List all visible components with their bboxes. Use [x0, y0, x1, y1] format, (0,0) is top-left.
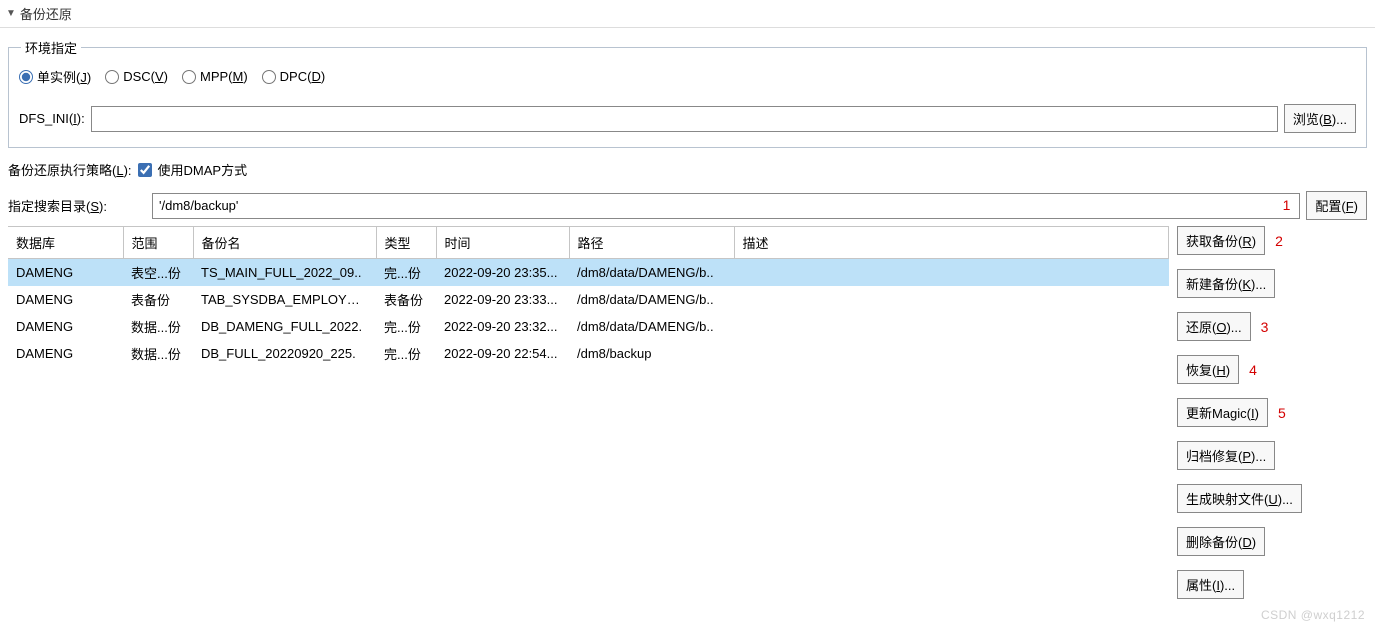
- cell-time: 2022-09-20 23:32...: [436, 313, 569, 340]
- cell-time: 2022-09-20 23:35...: [436, 259, 569, 287]
- get-backup-button[interactable]: 获取备份(R): [1177, 226, 1265, 255]
- th-path[interactable]: 路径: [569, 227, 734, 259]
- update-magic-button[interactable]: 更新Magic(I): [1177, 398, 1268, 427]
- cell-type: 完...份: [376, 313, 436, 340]
- th-desc[interactable]: 描述: [734, 227, 1169, 259]
- cell-path: /dm8/data/DAMENG/b..: [569, 286, 734, 313]
- panel-title: 备份还原: [20, 4, 72, 23]
- table-row[interactable]: DAMENG数据...份DB_DAMENG_FULL_2022.完...份202…: [8, 313, 1169, 340]
- radio-single-input[interactable]: [19, 70, 33, 84]
- env-radio-row: 单实例(J) DSC(V) MPP(M) DPC(D): [19, 67, 1356, 86]
- policy-label: 备份还原执行策略(L):: [8, 160, 132, 179]
- th-type[interactable]: 类型: [376, 227, 436, 259]
- dfs-ini-row: DFS_INI(I): 浏览(B)...: [19, 104, 1356, 133]
- search-dir-input[interactable]: [152, 193, 1300, 219]
- collapse-icon[interactable]: ▼: [6, 8, 16, 19]
- table-row[interactable]: DAMENG数据...份DB_FULL_20220920_225.完...份20…: [8, 340, 1169, 367]
- cell-desc: [734, 286, 1169, 313]
- cell-scope: 数据...份: [123, 313, 193, 340]
- radio-mpp[interactable]: MPP(M): [182, 69, 248, 84]
- cell-name: DB_DAMENG_FULL_2022.: [193, 313, 376, 340]
- cell-scope: 表备份: [123, 286, 193, 313]
- delete-backup-button[interactable]: 删除备份(D): [1177, 527, 1265, 556]
- cell-name: TS_MAIN_FULL_2022_09..: [193, 259, 376, 287]
- backup-table: 数据库 范围 备份名 类型 时间 路径 描述 DAMENG表空...份TS_MA…: [8, 227, 1169, 367]
- annotation-5: 5: [1278, 405, 1294, 421]
- recover-button[interactable]: 恢复(H): [1177, 355, 1239, 384]
- radio-dpc[interactable]: DPC(D): [262, 69, 326, 84]
- th-scope[interactable]: 范围: [123, 227, 193, 259]
- cell-scope: 数据...份: [123, 340, 193, 367]
- panel-header[interactable]: ▼ 备份还原: [0, 0, 1375, 28]
- radio-dsc[interactable]: DSC(V): [105, 69, 168, 84]
- watermark: CSDN @wxq1212: [1261, 608, 1365, 622]
- table-row[interactable]: DAMENG表空...份TS_MAIN_FULL_2022_09..完...份2…: [8, 259, 1169, 287]
- cell-db: DAMENG: [8, 286, 123, 313]
- main-area: 数据库 范围 备份名 类型 时间 路径 描述 DAMENG表空...份TS_MA…: [0, 226, 1375, 599]
- cell-path: /dm8/data/DAMENG/b..: [569, 259, 734, 287]
- cell-db: DAMENG: [8, 259, 123, 287]
- annotation-4: 4: [1249, 362, 1265, 378]
- cell-desc: [734, 340, 1169, 367]
- cell-type: 完...份: [376, 340, 436, 367]
- cell-time: 2022-09-20 23:33...: [436, 286, 569, 313]
- policy-row: 备份还原执行策略(L): 使用DMAP方式: [0, 154, 1375, 185]
- archive-repair-button[interactable]: 归档修复(P)...: [1177, 441, 1275, 470]
- backup-table-wrap: 数据库 范围 备份名 类型 时间 路径 描述 DAMENG表空...份TS_MA…: [8, 226, 1169, 367]
- th-db[interactable]: 数据库: [8, 227, 123, 259]
- cell-desc: [734, 259, 1169, 287]
- gen-map-file-button[interactable]: 生成映射文件(U)...: [1177, 484, 1302, 513]
- env-settings-group: 环境指定 单实例(J) DSC(V) MPP(M) DPC(D) DFS_INI…: [8, 38, 1367, 148]
- cell-path: /dm8/backup: [569, 340, 734, 367]
- radio-dsc-input[interactable]: [105, 70, 119, 84]
- th-name[interactable]: 备份名: [193, 227, 376, 259]
- table-header-row: 数据库 范围 备份名 类型 时间 路径 描述: [8, 227, 1169, 259]
- dfs-ini-input[interactable]: [91, 106, 1278, 132]
- radio-dpc-input[interactable]: [262, 70, 276, 84]
- search-dir-row: 指定搜索目录(S): 1 配置(F): [0, 185, 1375, 226]
- radio-single-instance[interactable]: 单实例(J): [19, 67, 91, 86]
- search-dir-label: 指定搜索目录(S):: [8, 196, 146, 215]
- dmap-checkbox-label: 使用DMAP方式: [158, 160, 248, 179]
- restore-button[interactable]: 还原(O)...: [1177, 312, 1251, 341]
- dfs-ini-label: DFS_INI(I):: [19, 111, 85, 126]
- cell-scope: 表空...份: [123, 259, 193, 287]
- cell-name: TAB_SYSDBA_EMPLOYEE_: [193, 286, 376, 313]
- properties-button[interactable]: 属性(I)...: [1177, 570, 1244, 599]
- cell-name: DB_FULL_20220920_225.: [193, 340, 376, 367]
- cell-desc: [734, 313, 1169, 340]
- cell-path: /dm8/data/DAMENG/b..: [569, 313, 734, 340]
- th-time[interactable]: 时间: [436, 227, 569, 259]
- radio-mpp-input[interactable]: [182, 70, 196, 84]
- cell-type: 表备份: [376, 286, 436, 313]
- browse-button[interactable]: 浏览(B)...: [1284, 104, 1356, 133]
- annotation-3: 3: [1261, 319, 1277, 335]
- side-button-column: 获取备份(R) 2 新建备份(K)... 还原(O)... 3 恢复(H) 4 …: [1177, 226, 1367, 599]
- new-backup-button[interactable]: 新建备份(K)...: [1177, 269, 1275, 298]
- table-row[interactable]: DAMENG表备份TAB_SYSDBA_EMPLOYEE_表备份2022-09-…: [8, 286, 1169, 313]
- config-button[interactable]: 配置(F): [1306, 191, 1367, 220]
- dmap-checkbox[interactable]: [138, 163, 152, 177]
- cell-db: DAMENG: [8, 313, 123, 340]
- annotation-2: 2: [1275, 233, 1291, 249]
- cell-db: DAMENG: [8, 340, 123, 367]
- cell-type: 完...份: [376, 259, 436, 287]
- env-legend: 环境指定: [21, 38, 81, 57]
- cell-time: 2022-09-20 22:54...: [436, 340, 569, 367]
